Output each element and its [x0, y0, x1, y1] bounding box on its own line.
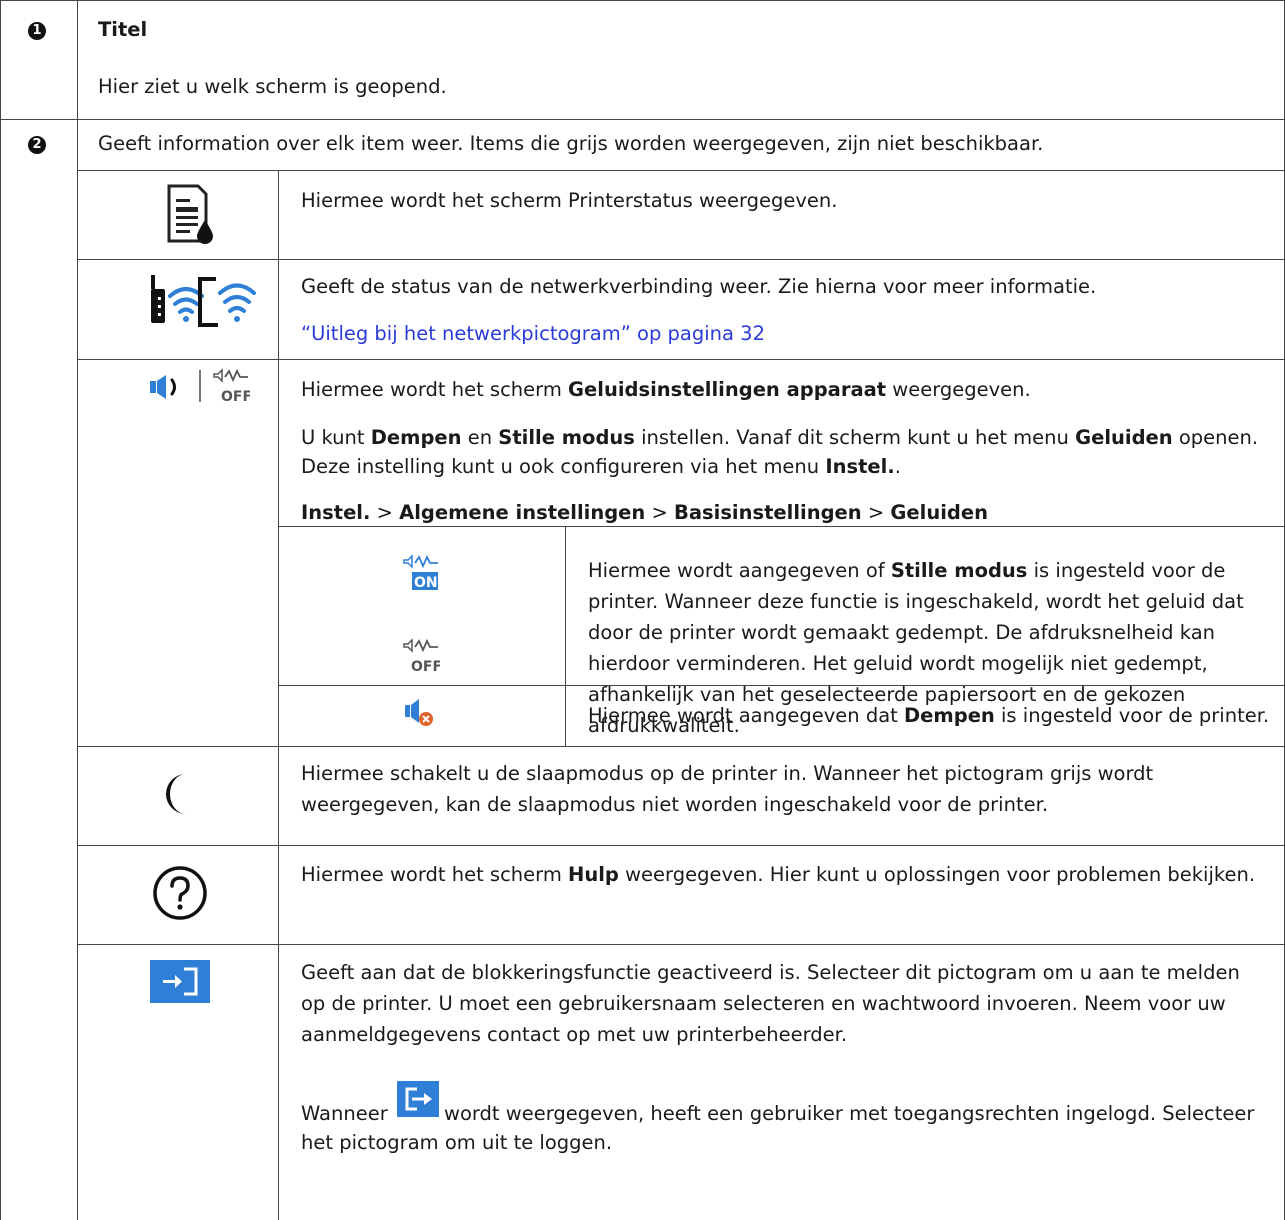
- printer-status-icon: [166, 183, 216, 252]
- sound-line1: Hiermee wordt het scherm Geluidsinstelli…: [301, 378, 1031, 401]
- sleep-desc: Hiermee schakelt u de slaapmodus op de p…: [301, 762, 1154, 816]
- svg-text:ON: ON: [414, 575, 438, 591]
- row-marker-1: 1: [28, 22, 46, 40]
- speaker-icon: [148, 372, 186, 407]
- login-when-a: Wanneer: [301, 1102, 388, 1125]
- mute-desc: Hiermee wordt aangegeven dat Dempen is i…: [588, 704, 1270, 727]
- row-title: Titel: [98, 18, 148, 41]
- divider-bar: [199, 370, 201, 402]
- help-desc: Hiermee wordt het scherm Hulp weergegeve…: [301, 863, 1256, 886]
- mute-icon: [404, 697, 436, 734]
- svg-text:OFF: OFF: [411, 659, 440, 674]
- login-icon[interactable]: [150, 960, 210, 1008]
- login-when-c: het pictogram om uit te loggen.: [301, 1131, 613, 1154]
- logout-icon: [397, 1081, 439, 1122]
- moon-icon: [158, 771, 198, 822]
- row-marker-2: 2: [28, 136, 46, 154]
- help-icon: [152, 865, 208, 926]
- login-when-b: wordt weergegeven, heeft een gebruiker m…: [444, 1102, 1255, 1125]
- login-desc: Geeft aan dat de blokkeringsfunctie geac…: [301, 961, 1240, 1046]
- sound-line3: Deze instelling kunt u ook configureren …: [301, 455, 901, 478]
- quiet-off-icon: OFF: [402, 638, 442, 679]
- menu-path: Instel. > Algemene instellingen > Basisi…: [301, 501, 988, 524]
- sound-line2: U kunt Dempen en Stille modus instellen.…: [301, 426, 1259, 449]
- svg-text:OFF: OFF: [221, 389, 250, 404]
- printer-status-desc: Hiermee wordt het scherm Printerstatus w…: [301, 189, 838, 212]
- wifi-direct-icon: [196, 275, 260, 336]
- row-title-desc: Hier ziet u welk scherm is geopend.: [98, 75, 447, 98]
- quiet-off-icon: OFF: [212, 368, 252, 409]
- row-intro: Geeft information over elk item weer. It…: [98, 132, 1044, 155]
- network-icon-link[interactable]: “Uitleg bij het netwerkpictogram” op pag…: [301, 320, 765, 348]
- quiet-on-icon: ON: [402, 554, 440, 597]
- network-desc: Geeft de status van de netwerkverbinding…: [301, 275, 1097, 298]
